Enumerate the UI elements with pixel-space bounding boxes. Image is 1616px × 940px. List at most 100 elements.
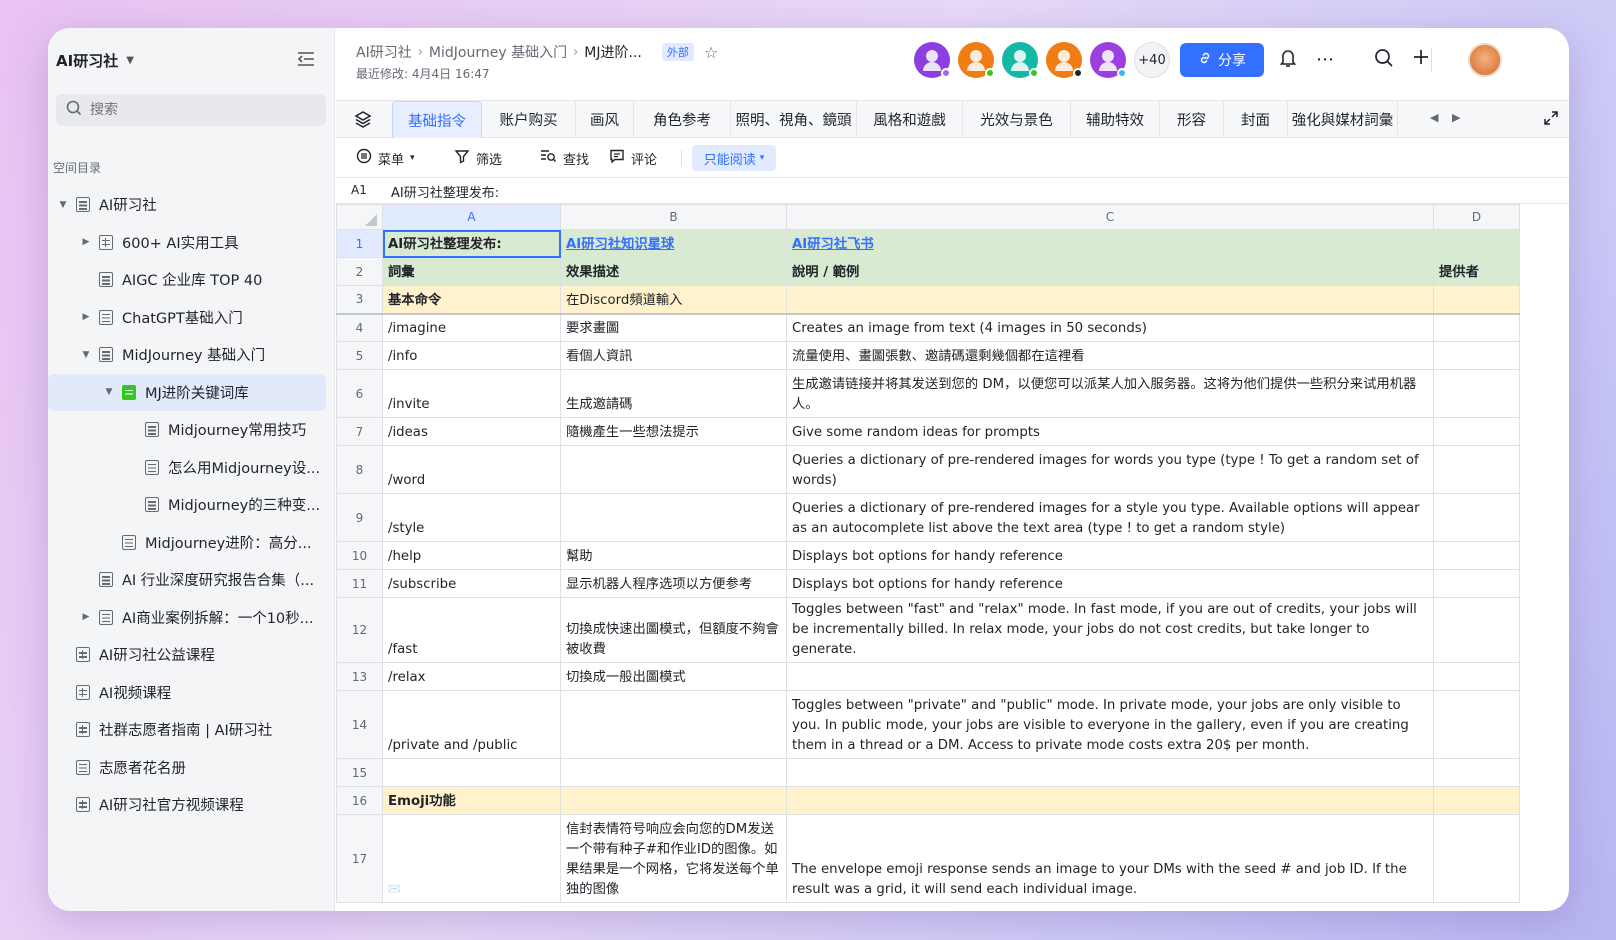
sheet-tab[interactable]: 光效与景色 [963, 101, 1071, 138]
table-cell[interactable]: 基本命令 [382, 285, 561, 315]
filter-button[interactable]: 筛选 [454, 148, 502, 168]
bell-icon[interactable] [1276, 48, 1300, 72]
sheet-tab[interactable]: 風格和遊戲 [857, 101, 963, 138]
collaborator-avatar[interactable] [1046, 42, 1083, 78]
collaborator-avatar[interactable] [958, 42, 995, 78]
row-number[interactable]: 12 [336, 597, 383, 663]
table-cell[interactable]: Emoji功能 [382, 786, 561, 815]
collaborator-avatar[interactable] [1002, 42, 1039, 78]
comment-button[interactable]: 评论 [609, 148, 657, 168]
breadcrumb-current[interactable]: MJ进阶... [584, 42, 642, 62]
table-cell[interactable]: ✉️ [382, 814, 561, 903]
tab-prev-icon[interactable]: ◀ [1430, 111, 1438, 124]
row-number[interactable]: 3 [336, 285, 383, 315]
more-icon[interactable]: ⋯ [1313, 48, 1337, 72]
sheet-tab[interactable]: 辅助特效 [1071, 101, 1160, 138]
more-collaborators-badge[interactable]: +40 [1134, 42, 1170, 78]
table-cell[interactable] [1433, 369, 1520, 418]
sidebar-item[interactable]: ▼ MJ进阶关键词库 [48, 373, 326, 411]
table-cell[interactable]: /ideas [382, 417, 561, 446]
table-cell[interactable]: 生成邀请链接并将其发送到您的 DM，以便您可以派某人加入服务器。这将为他们提供一… [786, 369, 1434, 418]
table-cell[interactable] [1433, 341, 1520, 370]
table-cell[interactable]: Displays bot options for handy reference [786, 569, 1434, 598]
table-cell[interactable]: 生成邀請碼 [560, 369, 787, 418]
sidebar-item[interactable]: 怎么用Midjourney设... [48, 449, 326, 487]
sidebar-item[interactable]: AI 行业深度研究报告合集（... [48, 561, 326, 599]
table-cell[interactable] [560, 493, 787, 542]
sheet-tab[interactable]: 基础指令 [392, 101, 482, 138]
row-number[interactable]: 13 [336, 662, 383, 691]
table-cell[interactable]: AI研习社知识星球 [560, 229, 787, 258]
table-cell[interactable]: Displays bot options for handy reference [786, 541, 1434, 570]
table-cell[interactable]: Queries a dictionary of pre-rendered ima… [786, 493, 1434, 542]
table-cell[interactable] [1433, 229, 1520, 258]
sheet-tab[interactable]: 画风 [576, 101, 634, 138]
table-cell[interactable]: 幫助 [560, 541, 787, 570]
table-cell[interactable]: Give some random ideas for prompts [786, 417, 1434, 446]
tab-next-icon[interactable]: ▶ [1452, 111, 1460, 124]
breadcrumb-item[interactable]: AI研习社 [356, 42, 412, 62]
sidebar-item[interactable]: AI视频课程 [48, 674, 326, 712]
table-cell[interactable]: /fast [382, 597, 561, 663]
chevron-down-icon[interactable]: ▼ [102, 387, 116, 397]
table-cell[interactable]: /info [382, 341, 561, 370]
table-cell[interactable]: /invite [382, 369, 561, 418]
table-cell[interactable] [560, 690, 787, 759]
sidebar-item[interactable]: Midjourney常用技巧 [48, 411, 326, 449]
table-cell[interactable] [560, 445, 787, 494]
table-cell[interactable]: 隨機產生一些想法提示 [560, 417, 787, 446]
row-number[interactable]: 10 [336, 541, 383, 570]
table-cell[interactable] [1433, 814, 1520, 903]
sidebar-item[interactable]: AIGC 企业库 TOP 40 [48, 261, 326, 299]
row-number[interactable]: 2 [336, 257, 383, 286]
table-cell[interactable] [1433, 541, 1520, 570]
readonly-mode-button[interactable]: 只能阅读 ▾ [692, 145, 776, 171]
table-cell[interactable]: 詞彙 [382, 257, 561, 286]
sidebar-item[interactable]: ▶ 600+ AI实用工具 [48, 224, 326, 262]
row-number[interactable]: 7 [336, 417, 383, 446]
table-cell[interactable] [560, 758, 787, 787]
table-cell[interactable]: AI研习社飞书 [786, 229, 1434, 258]
table-cell[interactable]: 看個人資訊 [560, 341, 787, 370]
table-cell[interactable]: /word [382, 445, 561, 494]
table-cell[interactable]: 在Discord頻道輸入 [560, 285, 787, 315]
table-cell[interactable] [560, 786, 787, 815]
table-cell[interactable]: 切換成一般出圖模式 [560, 662, 787, 691]
table-cell[interactable]: /help [382, 541, 561, 570]
sidebar-item[interactable]: ▼ AI研习社 [48, 186, 326, 224]
user-avatar[interactable] [1468, 43, 1502, 77]
table-cell[interactable] [1433, 313, 1520, 342]
row-number[interactable]: 15 [336, 758, 383, 787]
row-number[interactable]: 9 [336, 493, 383, 542]
table-cell[interactable]: 切換成快速出圖模式，但額度不夠會被收費 [560, 597, 787, 663]
table-cell[interactable]: AI研习社整理发布: [382, 229, 561, 258]
table-cell[interactable]: 效果描述 [560, 257, 787, 286]
star-icon[interactable]: ☆ [704, 43, 718, 62]
sidebar-search[interactable] [56, 94, 326, 126]
table-cell[interactable] [1433, 445, 1520, 494]
table-cell[interactable] [1433, 786, 1520, 815]
table-cell[interactable] [1433, 690, 1520, 759]
sidebar-item[interactable]: ▶ AI商业案例拆解：一个10秒... [48, 599, 326, 637]
row-number[interactable]: 17 [336, 814, 383, 903]
column-header[interactable]: D [1433, 204, 1520, 230]
sidebar-item[interactable]: AI研习社公益课程 [48, 636, 326, 674]
table-cell[interactable] [1433, 758, 1520, 787]
table-cell[interactable] [786, 285, 1434, 315]
search-input[interactable] [90, 102, 290, 118]
table-cell[interactable] [786, 786, 1434, 815]
share-button[interactable]: 分享 [1180, 43, 1264, 77]
table-cell[interactable] [1433, 417, 1520, 446]
chevron-right-icon[interactable]: ▶ [79, 237, 93, 247]
chevron-right-icon[interactable]: ▶ [79, 612, 93, 622]
table-cell[interactable]: 信封表情符号响应会向您的DM发送一个带有种子#和作业ID的图像。如果结果是一个网… [560, 814, 787, 903]
table-cell[interactable] [1433, 597, 1520, 663]
table-cell[interactable] [1433, 569, 1520, 598]
sheet-tab[interactable]: 強化與媒材詞彙 [1288, 101, 1398, 138]
table-cell[interactable] [1433, 662, 1520, 691]
row-number[interactable]: 14 [336, 690, 383, 759]
table-cell[interactable]: The envelope emoji response sends an ima… [786, 814, 1434, 903]
table-cell[interactable]: Toggles between "fast" and "relax" mode.… [786, 597, 1434, 663]
expand-icon[interactable] [1543, 110, 1559, 130]
workspace-switcher[interactable]: AI研习社 ▼ [56, 50, 134, 71]
